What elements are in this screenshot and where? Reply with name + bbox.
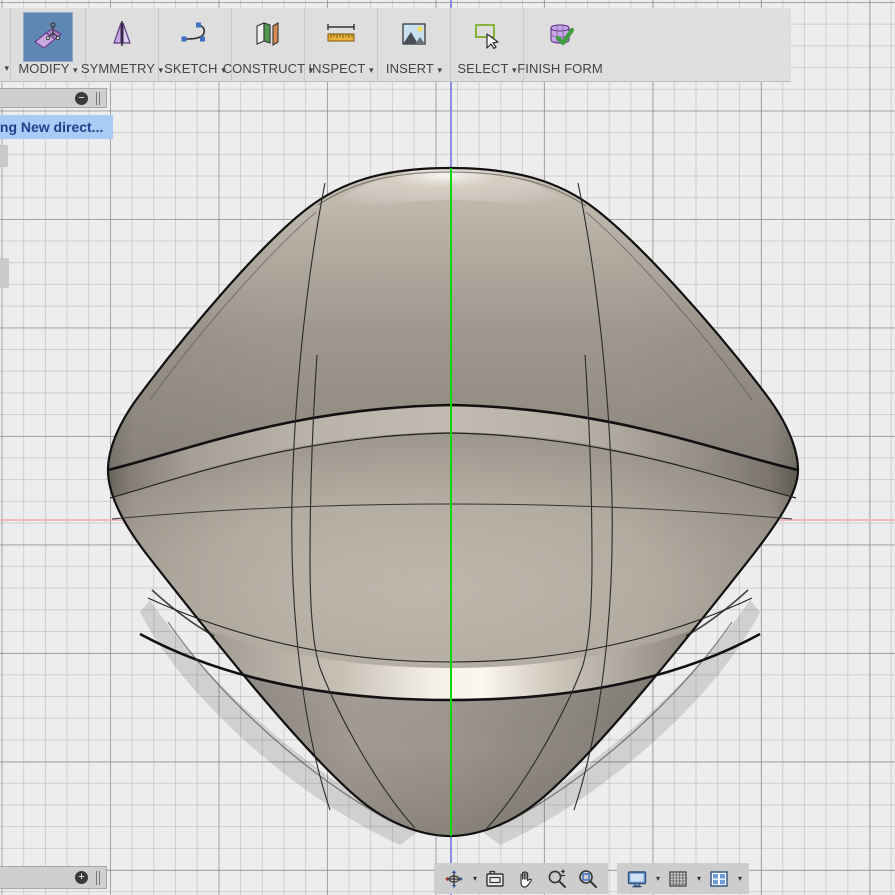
toolbar-item-label: SYMMETRY	[80, 61, 155, 76]
nav-group-display-controls[interactable]: ▾ ▾ ▾	[617, 863, 750, 894]
finish-form-icon[interactable]	[536, 12, 584, 56]
nav-group-view-controls[interactable]: ▾	[434, 863, 609, 894]
panel-resize-grip[interactable]	[96, 92, 100, 105]
viewports-icon[interactable]	[706, 866, 732, 892]
display-settings-icon[interactable]	[624, 866, 650, 892]
form-toolbar[interactable]: ▾ MODIFY ▾ SYMMETRY ▾ SKETCH ▾ CONSTRUCT…	[0, 8, 791, 82]
pan-hand-icon[interactable]	[513, 866, 539, 892]
chevron-down-icon[interactable]: ▾	[512, 65, 517, 75]
look-at-icon[interactable]	[482, 866, 508, 892]
chevron-down-icon[interactable]: ▾	[697, 874, 701, 883]
toolbar-item-modify[interactable]: MODIFY ▾	[11, 8, 86, 81]
panel-resize-grip-bottom[interactable]	[96, 871, 100, 885]
toolbar-item-inspect[interactable]: INSPECT ▾	[305, 8, 378, 81]
inspect-ruler-icon[interactable]	[317, 12, 365, 56]
toolbar-item-label: INSERT	[385, 61, 434, 76]
chevron-down-icon[interactable]: ▾	[437, 65, 442, 75]
chevron-down-icon[interactable]: ▾	[738, 874, 742, 883]
toolbar-item-label: CONSTRUCT	[222, 61, 305, 76]
chevron-down-icon[interactable]: ▾	[369, 65, 374, 75]
modify-surface-icon[interactable]	[23, 12, 73, 62]
chevron-down-icon[interactable]: ▾	[4, 63, 9, 74]
zoom-icon[interactable]	[544, 866, 570, 892]
y-axis-highlighted	[450, 168, 452, 836]
expand-icon[interactable]: +	[75, 871, 88, 884]
toolbar-item-select[interactable]: SELECT ▾	[451, 8, 524, 81]
chevron-down-icon[interactable]: ▾	[473, 874, 477, 883]
browser-item-label: ing New direct...	[0, 119, 104, 135]
browser-panel-footer[interactable]: +	[0, 866, 107, 889]
toolbar-item-symmetry[interactable]: SYMMETRY ▾	[81, 8, 163, 81]
select-cursor-icon[interactable]	[463, 12, 511, 56]
view-navigation-bar[interactable]: ▾ ▾ ▾ ▾	[434, 863, 750, 894]
model-shaded-surfaces	[108, 168, 798, 836]
toolbar-item-construct[interactable]: CONSTRUCT ▾	[223, 8, 313, 81]
construct-plane-icon[interactable]	[244, 12, 292, 56]
toolbar-overflow-left[interactable]: ▾	[0, 8, 11, 81]
toolbar-item-insert[interactable]: INSERT ▾	[378, 8, 451, 81]
toolbar-item-label: SKETCH	[164, 61, 218, 76]
toolbar-item-sketch[interactable]: SKETCH ▾	[159, 8, 232, 81]
toolbar-item-label: FINISH FORM	[517, 61, 603, 76]
orbit-icon[interactable]	[441, 866, 467, 892]
browser-selected-item[interactable]: ing New direct...	[0, 115, 113, 139]
insert-image-icon[interactable]	[390, 12, 438, 56]
toolbar-item-finish-form[interactable]: FINISH FORM	[517, 8, 603, 81]
browser-panel-fragment-upper	[0, 145, 8, 167]
grid-snaps-icon[interactable]	[665, 866, 691, 892]
browser-panel-header[interactable]: −	[0, 88, 107, 108]
chevron-down-icon[interactable]: ▾	[73, 65, 78, 75]
t-spline-form-body[interactable]	[0, 0, 895, 895]
chevron-down-icon[interactable]: ▾	[656, 874, 660, 883]
sketch-spline-icon[interactable]	[171, 12, 219, 56]
collapse-icon[interactable]: −	[75, 92, 88, 105]
zoom-window-icon[interactable]	[575, 866, 601, 892]
browser-panel-fragment-lower	[0, 258, 9, 288]
toolbar-item-label: INSPECT	[308, 61, 366, 76]
symmetry-mirror-icon[interactable]	[98, 12, 146, 56]
3d-viewport[interactable]	[0, 0, 895, 895]
toolbar-item-label: MODIFY	[18, 61, 70, 76]
toolbar-item-label: SELECT	[457, 61, 509, 76]
